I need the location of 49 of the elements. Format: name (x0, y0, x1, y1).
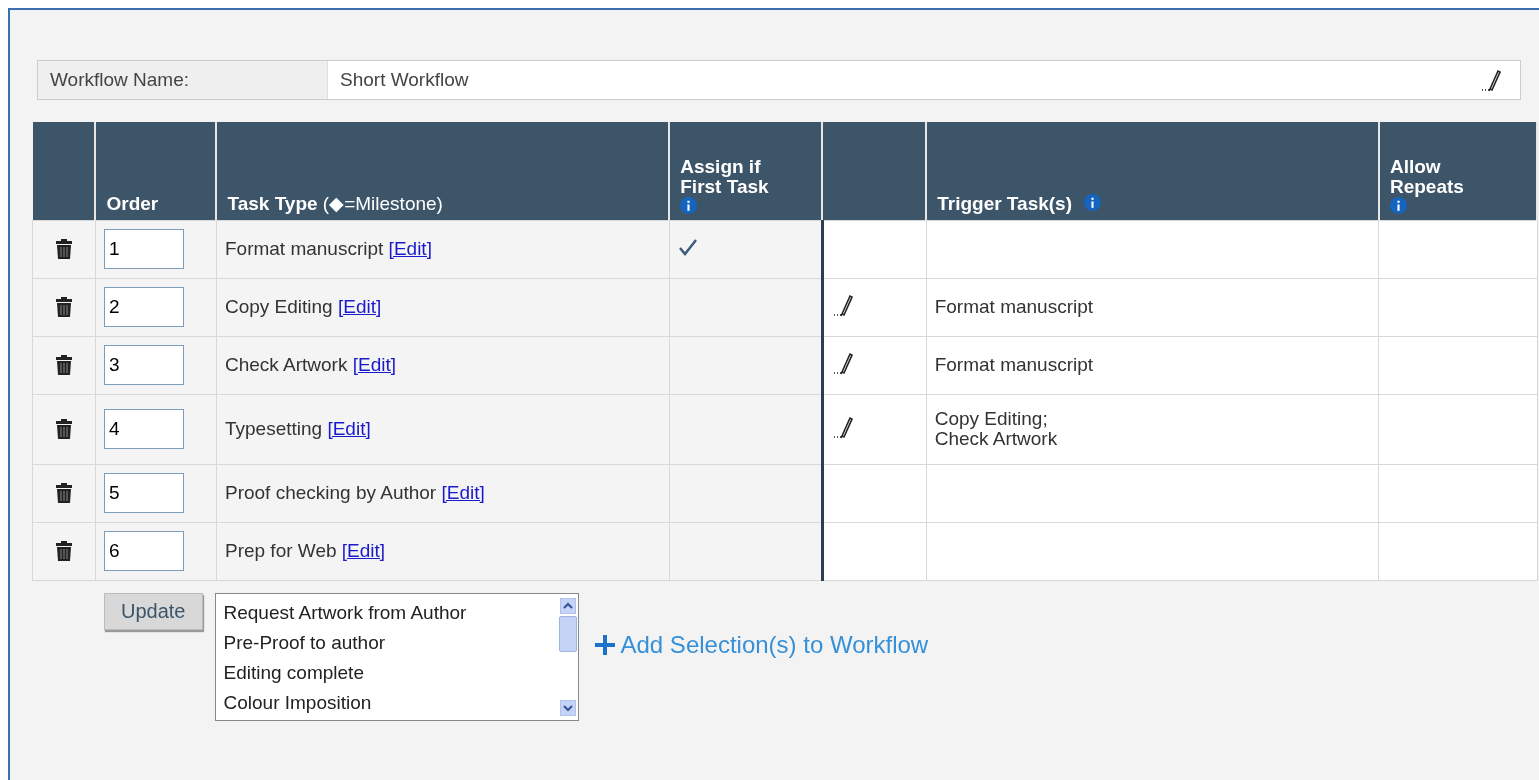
list-option[interactable]: Request Artwork from Author (223, 597, 550, 628)
list-option[interactable]: Pre-Proof to author (223, 627, 550, 658)
column-header: Assign if First Task (680, 156, 770, 197)
trash-icon[interactable] (56, 541, 72, 561)
edit-link[interactable]: [Edit] (327, 418, 371, 439)
list-option[interactable]: Colour Imposition (223, 687, 550, 718)
edit-link[interactable]: [Edit] (337, 296, 382, 317)
trash-icon[interactable] (56, 297, 72, 317)
check-icon (677, 237, 698, 256)
task-name: Prep for Web (224, 540, 337, 561)
order-input[interactable]: 3 (103, 345, 184, 385)
info-icon[interactable] (680, 196, 698, 214)
edit-link[interactable]: [Edit] (441, 482, 485, 503)
workflow-name-label: Workflow Name: (38, 61, 328, 99)
trash-icon[interactable] (56, 355, 72, 375)
trigger-task: Check Artwork (934, 429, 1059, 449)
column-header: Order (106, 192, 159, 214)
task-name: Format manuscript (224, 238, 384, 259)
pencil-icon[interactable] (1480, 67, 1502, 93)
order-input[interactable]: 2 (103, 287, 184, 327)
column-header: Allow Repeats (1389, 156, 1465, 197)
task-name: Typesetting (224, 418, 323, 439)
scroll-up-icon[interactable] (559, 597, 576, 614)
trigger-task: Format manuscript (934, 297, 1095, 317)
info-icon[interactable] (1084, 193, 1101, 211)
trash-icon[interactable] (56, 483, 72, 503)
list-option[interactable]: Editing complete (223, 657, 550, 688)
column-header: Task Type (◆=Milestone) (227, 192, 443, 214)
order-input[interactable]: 6 (103, 531, 184, 571)
task-name: Copy Editing (224, 296, 333, 317)
order-input[interactable]: 5 (103, 473, 184, 513)
column-header: Trigger Task(s) (937, 192, 1072, 214)
info-icon[interactable] (1389, 196, 1407, 214)
trash-icon[interactable] (56, 239, 72, 259)
order-input[interactable]: 4 (103, 409, 184, 449)
trigger-task: Copy Editing; (934, 409, 1049, 429)
trigger-task: Format manuscript (934, 355, 1095, 375)
task-name: Check Artwork (224, 354, 348, 375)
trash-icon[interactable] (56, 419, 72, 439)
task-name: Proof checking by Author (224, 482, 437, 503)
edit-link[interactable]: [Edit] (352, 354, 397, 375)
plus-icon (592, 632, 617, 657)
edit-link[interactable]: [Edit] (341, 540, 386, 561)
update-button[interactable]: Update (104, 592, 203, 630)
workflow-name-value: Short Workflow (339, 69, 470, 91)
scroll-down-icon[interactable] (559, 699, 576, 716)
edit-link[interactable]: [Edit] (388, 238, 432, 259)
task-listbox[interactable]: Request Artwork from Author Pre-Proof to author Editing complete Colour Imposition (214, 592, 579, 721)
order-input[interactable]: 1 (103, 229, 184, 269)
